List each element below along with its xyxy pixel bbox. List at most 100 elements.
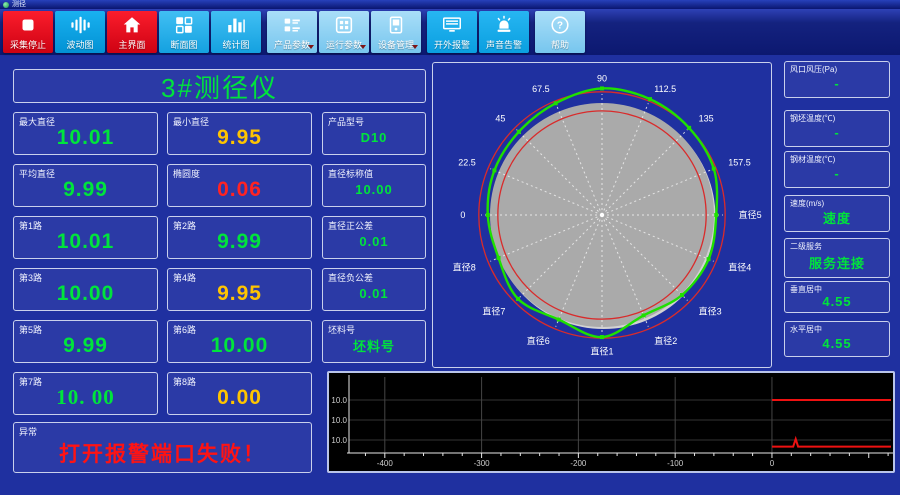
home-icon bbox=[123, 17, 141, 33]
status-value: - bbox=[834, 125, 840, 140]
trend-panel: 10.0 10.0 10.0 -400 -300 -200 -100 0 bbox=[327, 371, 895, 473]
toolbar: 采集停止 波动图 主界面 断面图 统计图 产品参数 运行参数 设备管理 开外报警 声音告警? 帮助 bbox=[0, 9, 900, 55]
channel-1: 第1路 10.01 bbox=[13, 216, 158, 259]
device-title: 3#测径仪 bbox=[13, 69, 426, 103]
cell-value: 0.06 bbox=[217, 177, 262, 201]
titlebar: 测径 bbox=[0, 0, 900, 9]
toolbar-button-label: 波动图 bbox=[66, 40, 94, 50]
cell-value: 10.01 bbox=[56, 229, 115, 253]
window-title: 测径 bbox=[12, 0, 26, 8]
ovality: 椭圆度 0.06 bbox=[167, 164, 312, 207]
svg-text:135: 135 bbox=[699, 113, 714, 123]
toolbar-button-label: 帮助 bbox=[550, 40, 569, 50]
minus-tolerance: 直径负公差 0.01 bbox=[322, 268, 426, 311]
sound-alarm-button[interactable]: 声音告警 bbox=[479, 11, 529, 53]
toolbar-button-label: 断面图 bbox=[170, 40, 198, 50]
svg-text:直径1: 直径1 bbox=[590, 346, 613, 357]
cross-section-chart: 90 112.5 135 157.5 直径5 直径4 直径3 直径2 直径1 直径6 直径7 直径8 0… bbox=[453, 73, 762, 357]
status-value: 4.55 bbox=[822, 335, 852, 351]
wave-icon bbox=[71, 16, 90, 34]
cell-value: 10.00 bbox=[56, 281, 115, 305]
statistics-chart-button[interactable]: 统计图 bbox=[211, 11, 261, 53]
external-alarm-button[interactable]: 开外报警 bbox=[427, 11, 477, 53]
min-diameter: 最小直径 9.95 bbox=[167, 112, 312, 155]
cell-value: 0.00 bbox=[217, 385, 262, 409]
stats-icon bbox=[228, 18, 245, 33]
billet-number: 坯料号 坯料号 bbox=[322, 320, 426, 363]
cell-value: 10.01 bbox=[56, 125, 115, 149]
svg-text:10.0: 10.0 bbox=[331, 436, 347, 445]
measuring-app-window: { "window": { "title": "测径" }, "colors":… bbox=[0, 0, 900, 495]
max-diameter: 最大直径 10.01 bbox=[13, 112, 158, 155]
svg-text:直径7: 直径7 bbox=[482, 306, 505, 317]
svg-text:10.0: 10.0 bbox=[331, 416, 347, 425]
svg-text:直径3: 直径3 bbox=[699, 306, 722, 317]
toolbar-button-label: 运行参数 bbox=[325, 40, 362, 50]
trend-chart: 10.0 10.0 10.0 -400 -300 -200 -100 0 bbox=[331, 375, 893, 468]
channel-2: 第2路 9.99 bbox=[167, 216, 312, 259]
cell-value: 9.95 bbox=[217, 125, 262, 149]
status-column: 风口风压(Pa) - 钢坯温度(℃) - 钢材温度(℃) - 速度(m/s) 速度 二级服务 服务… bbox=[784, 61, 890, 361]
svg-text:67.5: 67.5 bbox=[532, 84, 550, 94]
product-model: 产品型号 D10 bbox=[322, 112, 426, 155]
svg-text:?: ? bbox=[557, 21, 563, 32]
main-screen-button[interactable]: 主界面 bbox=[107, 11, 157, 53]
channel-6: 第6路 10.00 bbox=[167, 320, 312, 363]
section-chart-button[interactable]: 断面图 bbox=[159, 11, 209, 53]
svg-text:-100: -100 bbox=[667, 459, 684, 468]
product-params-button[interactable]: 产品参数 bbox=[267, 11, 317, 53]
device-management-button[interactable]: 设备管理 bbox=[371, 11, 421, 53]
status-value: - bbox=[834, 166, 840, 181]
svg-text:45: 45 bbox=[495, 113, 505, 123]
product-params-icon bbox=[284, 18, 300, 32]
help-button[interactable]: ? 帮助 bbox=[535, 11, 585, 53]
vertical-centering: 垂直居中 4.55 bbox=[784, 281, 890, 313]
toolbar-button-label: 设备管理 bbox=[377, 40, 414, 50]
svg-text:直径2: 直径2 bbox=[654, 335, 677, 346]
svg-text:直径8: 直径8 bbox=[453, 261, 476, 272]
stop-acquisition-button[interactable]: 采集停止 bbox=[3, 11, 53, 53]
svg-text:0: 0 bbox=[460, 210, 465, 220]
svg-text:直径6: 直径6 bbox=[527, 335, 550, 346]
cell-value: 9.99 bbox=[217, 229, 262, 253]
billet-temperature: 钢坯温度(℃) - bbox=[784, 110, 890, 147]
toolbar-button-label: 统计图 bbox=[222, 40, 250, 50]
status-value: 4.55 bbox=[822, 293, 852, 309]
alarm-message: 打开报警端口失败！ bbox=[59, 442, 266, 466]
run-params-button[interactable]: 运行参数 bbox=[319, 11, 369, 53]
svg-text:157.5: 157.5 bbox=[728, 158, 751, 168]
nominal-diameter: 直径标称值 10.00 bbox=[322, 164, 426, 207]
help-icon: ? bbox=[551, 16, 569, 34]
run-params-icon bbox=[335, 16, 353, 34]
cell-value: 10.00 bbox=[210, 333, 269, 357]
svg-text:0: 0 bbox=[770, 459, 775, 468]
toolbar-button-label: 产品参数 bbox=[273, 40, 310, 50]
monitor-icon bbox=[443, 17, 461, 32]
wave-chart-button[interactable]: 波动图 bbox=[55, 11, 105, 53]
channel-8: 第8路 0.00 bbox=[167, 372, 312, 415]
toolbar-button-label: 主界面 bbox=[118, 40, 146, 50]
avg-diameter: 平均直径 9.99 bbox=[13, 164, 158, 207]
cell-value: 坯料号 bbox=[352, 339, 395, 354]
horizontal-centering: 水平居中 4.55 bbox=[784, 321, 890, 357]
toolbar-button-label: 采集停止 bbox=[9, 40, 46, 50]
steel-temperature: 钢材温度(℃) - bbox=[784, 151, 890, 188]
status-value: 服务连接 bbox=[808, 255, 865, 271]
channel-3: 第3路 10.00 bbox=[13, 268, 158, 311]
svg-text:-200: -200 bbox=[570, 459, 587, 468]
cell-value: 9.99 bbox=[63, 333, 108, 357]
svg-text:-300: -300 bbox=[474, 459, 491, 468]
air-pressure: 风口风压(Pa) - bbox=[784, 61, 890, 98]
svg-text:直径4: 直径4 bbox=[728, 261, 751, 272]
section-icon bbox=[175, 16, 193, 34]
plus-tolerance: 直径正公差 0.01 bbox=[322, 216, 426, 259]
svg-text:22.5: 22.5 bbox=[458, 158, 476, 168]
stop-icon bbox=[22, 19, 34, 31]
channel-4: 第4路 9.95 bbox=[167, 268, 312, 311]
cell-value: 9.99 bbox=[63, 177, 108, 201]
device-icon bbox=[389, 16, 403, 34]
svg-text:112.5: 112.5 bbox=[654, 84, 676, 94]
speed: 速度(m/s) 速度 bbox=[784, 195, 890, 232]
channel-5: 第5路 9.99 bbox=[13, 320, 158, 363]
dropdown-arrow-icon bbox=[412, 45, 418, 49]
